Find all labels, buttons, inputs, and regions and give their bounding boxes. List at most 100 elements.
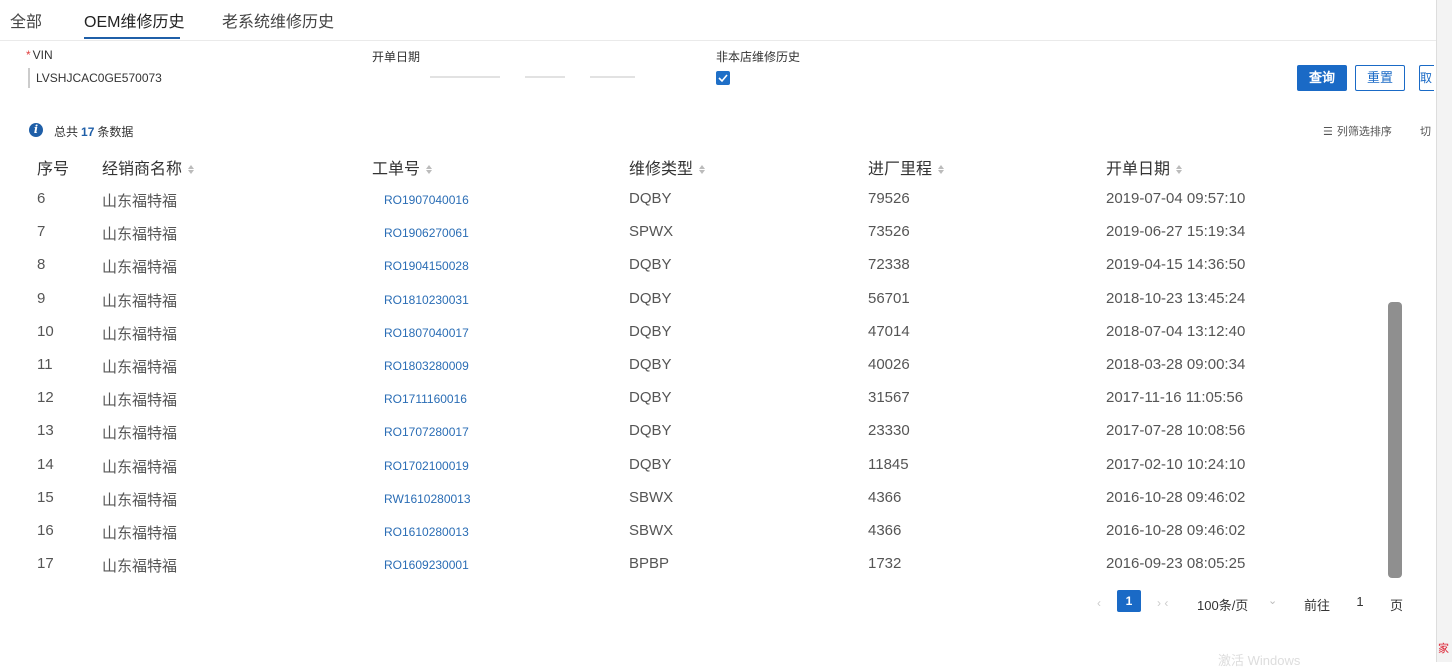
table-row[interactable]: 16 山东福特福 RO1610280013 SBWX 4366 2016-10-28 09… — [0, 514, 1385, 547]
sliders-icon: ☰ — [1323, 126, 1333, 138]
column-filter-sort-button[interactable]: ☰ 列筛选排序 — [1323, 123, 1392, 139]
cell-type: SPWX — [629, 223, 674, 241]
cell-no: 14 — [37, 455, 54, 473]
header-dealer[interactable]: 经销商名称 — [102, 155, 195, 179]
cell-date: 2017-11-16 11:05:56 — [1106, 389, 1244, 407]
header-dealer-label: 经销商名称 — [102, 161, 183, 178]
cell-dealer: 山东福特福 — [102, 458, 178, 476]
side-panel-edge — [1436, 0, 1452, 662]
sort-icon[interactable] — [699, 164, 706, 175]
cell-mileage: 47014 — [868, 322, 910, 340]
cell-order-link[interactable]: RO1810230031 — [384, 293, 469, 307]
column-extra-button[interactable]: 切 — [1420, 123, 1432, 139]
sort-icon[interactable] — [1176, 164, 1183, 175]
vertical-scrollbar[interactable] — [1388, 302, 1402, 578]
total-count: 总共 17 条数据 — [54, 123, 133, 140]
cell-mileage: 31567 — [868, 389, 910, 407]
goto-label: 前往 — [1304, 598, 1331, 613]
cell-mileage: 56701 — [868, 289, 910, 307]
goto-unit: 页 — [1390, 598, 1404, 613]
cell-order-link[interactable]: RO1907040016 — [384, 193, 469, 207]
cell-no: 12 — [37, 389, 54, 407]
tab-oem-history[interactable]: OEM维修历史 — [84, 8, 184, 32]
table-row[interactable]: 6 山东福特福 RO1907040016 DQBY 79526 2019-07-04 09… — [0, 182, 1385, 215]
header-mileage-label: 进厂里程 — [868, 161, 933, 178]
total-prefix: 总共 — [54, 125, 79, 139]
cell-mileage: 73526 — [868, 223, 910, 241]
check-icon — [718, 74, 728, 83]
other-store-history-checkbox[interactable] — [716, 71, 730, 85]
cell-type: SBWX — [629, 522, 674, 539]
cell-mileage: 72338 — [868, 256, 910, 274]
cell-order-link[interactable]: RO1906270061 — [384, 226, 469, 240]
table-row[interactable]: 12 山东福特福 RO1711160016 DQBY 31567 2017-11-16 1… — [0, 381, 1385, 414]
sort-icon[interactable] — [426, 164, 433, 175]
os-watermark: 激活 Windows — [1218, 653, 1301, 668]
cell-type: DQBY — [629, 356, 672, 373]
table-row[interactable]: 9 山东福特福 RO1810230031 DQBY 56701 2018-10-23 13… — [0, 282, 1385, 315]
cell-order-link[interactable]: RW1610280013 — [384, 492, 471, 506]
tab-legacy-history[interactable]: 老系统维修历史 — [222, 8, 334, 32]
table-row[interactable]: 10 山东福特福 RO1807040017 DQBY 47014 2018-07-04 1… — [0, 315, 1385, 348]
header-mileage[interactable]: 进厂里程 — [868, 155, 945, 179]
chevron-down-icon: ⌄ — [1268, 595, 1278, 607]
cell-order-link[interactable]: RO1702100019 — [384, 459, 469, 473]
page-number-active[interactable]: 1 — [1117, 590, 1141, 612]
column-filter-label: 列筛选排序 — [1336, 126, 1392, 138]
cell-order-link[interactable]: RO1711160016 — [384, 392, 467, 406]
cell-order-link[interactable]: RO1807040017 — [384, 326, 469, 340]
extra-button[interactable]: 取 — [1419, 65, 1434, 91]
cell-order-link[interactable]: RO1707280017 — [384, 425, 469, 439]
header-order-label: 工单号 — [372, 161, 421, 178]
cell-no: 7 — [37, 223, 46, 241]
cell-order-link[interactable]: RO1803280009 — [384, 359, 469, 373]
prev-page-button[interactable]: ‹ — [1097, 596, 1101, 610]
table-row[interactable]: 11 山东福特福 RO1803280009 DQBY 40026 2018-03-28 0… — [0, 348, 1385, 381]
cell-type: DQBY — [629, 322, 672, 340]
cell-date: 2018-03-28 09:00:34 — [1106, 356, 1246, 373]
vin-label: * VIN — [26, 48, 53, 62]
sort-icon[interactable] — [938, 164, 945, 175]
vin-input[interactable]: LVSHJCAC0GE570073 — [36, 71, 162, 85]
total-number: 17 — [81, 125, 95, 139]
header-date[interactable]: 开单日期 — [1106, 155, 1183, 179]
table-row[interactable]: 15 山东福特福 RW1610280013 SBWX 4366 2016-10-28 09… — [0, 481, 1385, 514]
cell-mileage: 23330 — [868, 422, 910, 440]
cell-type: BPBP — [629, 555, 670, 573]
cell-mileage: 4366 — [868, 488, 902, 506]
cell-order-link[interactable]: RO1609230001 — [384, 558, 469, 572]
tab-bar: 全部 OEM维修历史 老系统维修历史 — [0, 0, 1436, 41]
header-type[interactable]: 维修类型 — [629, 155, 706, 179]
cell-type: DQBY — [629, 289, 672, 307]
cell-date: 2019-07-04 09:57:10 — [1106, 190, 1246, 207]
cell-date: 2017-02-10 10:24:10 — [1106, 455, 1246, 473]
cell-mileage: 1732 — [868, 555, 902, 573]
cell-date: 2018-07-04 13:12:40 — [1106, 322, 1246, 340]
table-row[interactable]: 14 山东福特福 RO1702100019 DQBY 11845 2017-02-10 1… — [0, 448, 1385, 481]
sort-icon[interactable] — [188, 164, 195, 175]
order-date-range-picker[interactable] — [430, 68, 640, 86]
table-row[interactable]: 8 山东福特福 RO1904150028 DQBY 72338 2019-04-15 14… — [0, 248, 1385, 281]
cell-date: 2016-10-28 09:46:02 — [1106, 522, 1246, 539]
table-row[interactable]: 7 山东福特福 RO1906270061 SPWX 73526 2019-06-27 15… — [0, 215, 1385, 248]
cell-type: DQBY — [629, 389, 672, 407]
cell-order-link[interactable]: RO1610280013 — [384, 525, 469, 539]
next-page-button[interactable]: › ‹ — [1157, 596, 1168, 610]
cell-no: 16 — [37, 522, 54, 539]
query-button[interactable]: 查询 — [1297, 65, 1347, 91]
cell-dealer: 山东福特福 — [102, 193, 178, 210]
cell-date: 2019-04-15 14:36:50 — [1106, 256, 1246, 274]
page-size-select[interactable]: 100条/页 — [1197, 595, 1248, 614]
table-row[interactable]: 17 山东福特福 RO1609230001 BPBP 1732 2016-09-23 08… — [0, 547, 1385, 580]
header-order[interactable]: 工单号 — [372, 155, 433, 179]
cell-mileage: 11845 — [868, 455, 909, 473]
table-row[interactable]: 13 山东福特福 RO1707280017 DQBY 23330 2017-07-28 1… — [0, 414, 1385, 447]
goto-page-input[interactable]: 1 — [1340, 591, 1380, 613]
reset-button[interactable]: 重置 — [1355, 65, 1405, 91]
cell-order-link[interactable]: RO1904150028 — [384, 259, 469, 273]
edge-text: 家 — [1438, 643, 1449, 655]
other-store-history-label: 非本店维修历史 — [716, 50, 801, 64]
cell-mileage: 4366 — [868, 522, 902, 539]
tab-all[interactable]: 全部 — [10, 8, 42, 32]
cell-date: 2017-07-28 10:08:56 — [1106, 422, 1246, 440]
